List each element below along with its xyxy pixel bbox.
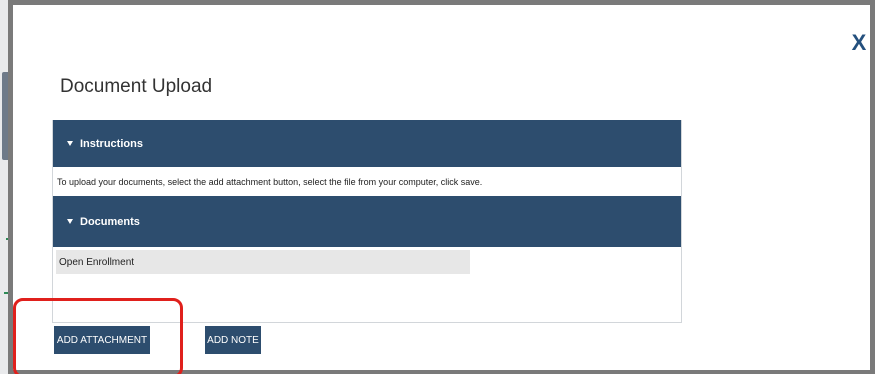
instructions-header[interactable]: Instructions — [53, 120, 681, 167]
documents-header-label: Documents — [80, 215, 140, 228]
add-note-button[interactable]: ADD NOTE — [205, 326, 261, 354]
instructions-header-label: Instructions — [80, 137, 143, 150]
documents-list: Open Enrollment — [53, 247, 681, 323]
list-item[interactable]: Open Enrollment — [56, 250, 470, 274]
add-attachment-button[interactable]: ADD ATTACHMENT — [54, 326, 150, 354]
close-icon[interactable]: X — [848, 32, 870, 54]
documents-header[interactable]: Documents — [53, 196, 681, 247]
caret-down-icon — [67, 219, 73, 224]
instructions-text: To upload your documents, select the add… — [53, 167, 681, 196]
modal-title: Document Upload — [60, 76, 213, 97]
caret-down-icon — [67, 141, 73, 146]
documents-panel: Documents Open Enrollment — [52, 196, 682, 323]
instructions-panel: Instructions To upload your documents, s… — [52, 120, 682, 196]
